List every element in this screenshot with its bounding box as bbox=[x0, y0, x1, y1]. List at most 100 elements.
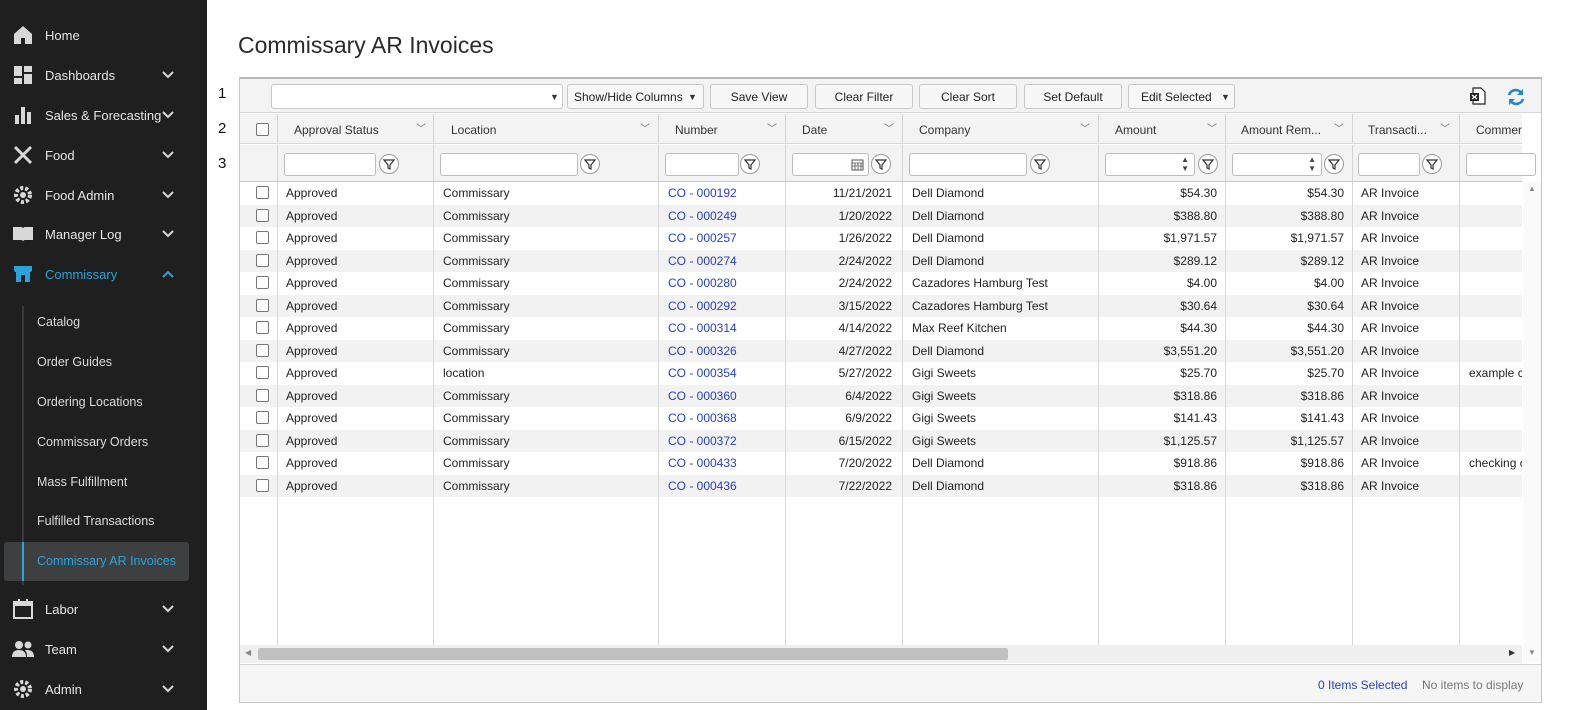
sidebar-item-fulfilled-transactions[interactable]: Fulfilled Transactions bbox=[37, 514, 154, 528]
save-view-button[interactable]: Save View bbox=[710, 84, 808, 109]
row-checkbox[interactable] bbox=[256, 366, 269, 379]
filter-icon[interactable] bbox=[379, 154, 399, 174]
column-menu-icon[interactable]: ﹀ bbox=[1080, 120, 1090, 135]
cell-number[interactable]: CO - 000274 bbox=[668, 254, 778, 268]
column-header-comment[interactable]: Commer bbox=[1476, 123, 1522, 137]
filter-icon[interactable] bbox=[1324, 154, 1344, 174]
nav-dashboards[interactable]: Dashboards bbox=[0, 57, 207, 93]
column-header-location[interactable]: Location bbox=[451, 123, 496, 137]
clear-sort-button[interactable]: Clear Sort bbox=[919, 84, 1017, 109]
view-select[interactable]: ▼ bbox=[271, 84, 563, 109]
filter-icon[interactable] bbox=[1030, 154, 1050, 174]
column-header-amount-remaining[interactable]: Amount Rem... bbox=[1241, 123, 1321, 137]
cell-number[interactable]: CO - 000257 bbox=[668, 231, 778, 245]
cell-amount: $918.86 bbox=[1173, 456, 1217, 470]
scroll-left-icon[interactable]: ◀ bbox=[245, 648, 251, 657]
row-checkbox[interactable] bbox=[256, 208, 269, 222]
stepper-icon[interactable]: ▲ ▼ bbox=[1181, 155, 1189, 173]
column-header-company[interactable]: Company bbox=[919, 123, 970, 137]
row-checkbox[interactable] bbox=[256, 388, 269, 402]
row-checkbox[interactable] bbox=[256, 231, 269, 244]
scroll-up-icon[interactable]: ▲ bbox=[1528, 184, 1536, 193]
sidebar-item-order-guides[interactable]: Order Guides bbox=[37, 355, 112, 369]
nav-home[interactable]: Home bbox=[0, 17, 207, 53]
row-checkbox[interactable] bbox=[256, 253, 269, 267]
filter-location-input[interactable] bbox=[440, 153, 578, 176]
filter-company-input[interactable] bbox=[909, 153, 1027, 176]
filter-date-input[interactable] bbox=[792, 153, 869, 176]
sidebar-item-commissary-orders[interactable]: Commissary Orders bbox=[37, 435, 148, 449]
nav-food-admin[interactable]: Food Admin bbox=[0, 177, 207, 213]
set-default-button[interactable]: Set Default bbox=[1024, 84, 1122, 109]
sidebar-item-ordering-locations[interactable]: Ordering Locations bbox=[37, 395, 143, 409]
column-menu-icon[interactable]: ﹀ bbox=[884, 120, 894, 135]
filter-comment-input[interactable] bbox=[1466, 153, 1536, 176]
filter-icon[interactable] bbox=[871, 154, 891, 174]
row-checkbox[interactable] bbox=[256, 276, 269, 289]
row-checkbox[interactable] bbox=[256, 186, 269, 199]
calendar-icon[interactable] bbox=[851, 158, 864, 171]
cell-number[interactable]: CO - 000292 bbox=[668, 299, 778, 313]
filter-icon[interactable] bbox=[1198, 154, 1218, 174]
nav-food[interactable]: Food bbox=[0, 137, 207, 173]
nav-manager-log[interactable]: Manager Log bbox=[0, 216, 207, 252]
column-menu-icon[interactable]: ﹀ bbox=[1207, 120, 1217, 135]
row-checkbox[interactable] bbox=[256, 343, 269, 357]
column-header-date[interactable]: Date bbox=[802, 123, 827, 137]
stepper-icon[interactable]: ▲ ▼ bbox=[1308, 155, 1316, 173]
scroll-down-icon[interactable]: ▼ bbox=[1528, 648, 1536, 657]
column-menu-icon[interactable]: ﹀ bbox=[1334, 120, 1344, 135]
filter-icon[interactable] bbox=[740, 154, 760, 174]
filter-number-input[interactable] bbox=[665, 153, 739, 176]
edit-selected-button[interactable]: Edit Selected ▼ bbox=[1128, 84, 1235, 109]
row-checkbox[interactable] bbox=[256, 478, 269, 492]
nav-team[interactable]: Team bbox=[0, 631, 207, 667]
column-header-approval-status[interactable]: Approval Status bbox=[294, 123, 379, 137]
cell-number[interactable]: CO - 000314 bbox=[668, 321, 778, 335]
column-header-transaction-type[interactable]: Transacti... bbox=[1368, 123, 1427, 137]
nav-labor[interactable]: Labor bbox=[0, 591, 207, 627]
column-menu-icon[interactable]: ﹀ bbox=[416, 120, 426, 135]
cell-number[interactable]: CO - 000436 bbox=[668, 479, 778, 493]
cell-number[interactable]: CO - 000372 bbox=[668, 434, 778, 448]
cell-number[interactable]: CO - 000354 bbox=[668, 366, 778, 380]
cell-number[interactable]: CO - 000192 bbox=[668, 186, 778, 200]
column-menu-icon[interactable]: ﹀ bbox=[1440, 120, 1450, 135]
scroll-right-icon[interactable]: ▶ bbox=[1509, 648, 1515, 657]
cell-number[interactable]: CO - 000368 bbox=[668, 411, 778, 425]
row-checkbox[interactable] bbox=[256, 411, 269, 424]
filter-approval-status-input[interactable] bbox=[284, 153, 376, 176]
sidebar-item-catalog[interactable]: Catalog bbox=[37, 315, 80, 329]
nav-sales-forecasting[interactable]: Sales & Forecasting bbox=[0, 97, 207, 133]
sidebar-item-commissary-ar-invoices[interactable]: Commissary AR Invoices bbox=[37, 554, 176, 568]
horizontal-scroll-thumb[interactable] bbox=[258, 648, 1008, 660]
nav-admin[interactable]: Admin bbox=[0, 671, 207, 707]
show-hide-columns-button[interactable]: Show/Hide Columns ▼ bbox=[567, 84, 704, 109]
row-checkbox[interactable] bbox=[256, 298, 269, 312]
column-header-amount[interactable]: Amount bbox=[1115, 123, 1156, 137]
excel-export-icon[interactable] bbox=[1469, 87, 1487, 105]
filter-transaction-type-input[interactable] bbox=[1358, 153, 1420, 176]
row-checkbox[interactable] bbox=[256, 321, 269, 334]
filter-amount-input[interactable]: ▲ ▼ bbox=[1105, 153, 1195, 176]
column-menu-icon[interactable]: ﹀ bbox=[640, 120, 650, 135]
column-header-number[interactable]: Number bbox=[675, 123, 718, 137]
nav-commissary[interactable]: Commissary bbox=[0, 256, 207, 292]
filter-amount-remaining-input[interactable]: ▲ ▼ bbox=[1232, 153, 1322, 176]
select-all-checkbox[interactable] bbox=[256, 123, 269, 136]
column-menu-icon[interactable]: ﹀ bbox=[767, 120, 777, 135]
horizontal-scrollbar[interactable]: ◀ ▶ bbox=[240, 645, 1522, 663]
cell-number[interactable]: CO - 000249 bbox=[668, 209, 778, 223]
row-checkbox[interactable] bbox=[256, 456, 269, 469]
cell-number[interactable]: CO - 000326 bbox=[668, 344, 778, 358]
sidebar-item-mass-fulfillment[interactable]: Mass Fulfillment bbox=[37, 475, 127, 489]
vertical-scrollbar[interactable]: ▲ ▼ bbox=[1523, 182, 1541, 662]
row-checkbox[interactable] bbox=[256, 433, 269, 447]
cell-number[interactable]: CO - 000360 bbox=[668, 389, 778, 403]
clear-filter-button[interactable]: Clear Filter bbox=[815, 84, 913, 109]
filter-icon[interactable] bbox=[580, 154, 600, 174]
refresh-icon[interactable] bbox=[1506, 87, 1526, 107]
cell-number[interactable]: CO - 000433 bbox=[668, 456, 778, 470]
cell-number[interactable]: CO - 000280 bbox=[668, 276, 778, 290]
filter-icon[interactable] bbox=[1422, 154, 1442, 174]
